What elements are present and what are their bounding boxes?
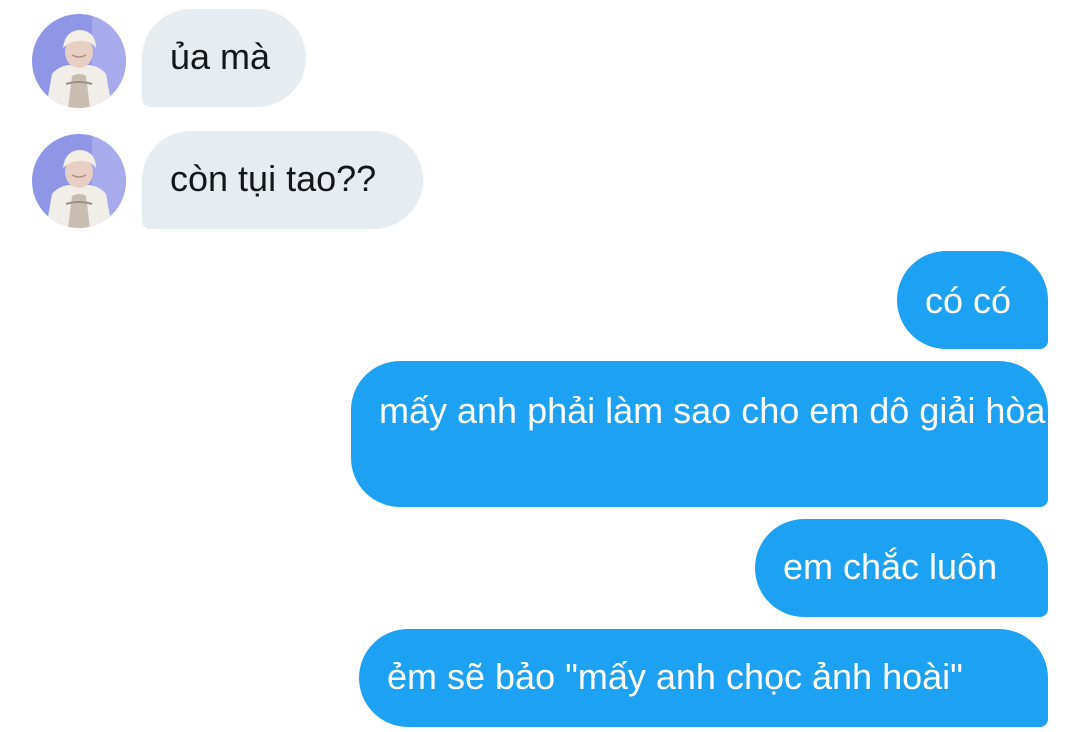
sender-avatar[interactable] <box>32 14 126 108</box>
avatar-photo <box>32 14 126 108</box>
avatar-photo <box>32 134 126 228</box>
sender-avatar[interactable] <box>32 134 126 228</box>
outgoing-message-bubble[interactable]: mấy anh phải làm sao cho em dô giải hòa <box>351 361 1048 507</box>
outgoing-message-bubble[interactable]: có có <box>897 251 1048 349</box>
outgoing-message-bubble[interactable]: ẻm sẽ bảo "mấy anh chọc ảnh hoài" <box>359 629 1048 727</box>
incoming-message-bubble[interactable]: còn tụi tao?? <box>142 131 423 229</box>
incoming-message-bubble[interactable]: ủa mà <box>142 9 306 107</box>
outgoing-message-bubble[interactable]: em chắc luôn <box>755 519 1048 617</box>
